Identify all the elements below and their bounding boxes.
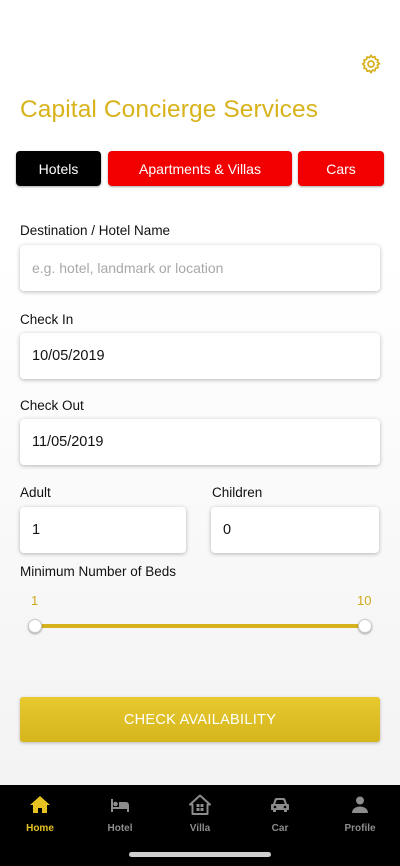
nav-villa[interactable]: Villa [160,793,240,837]
person-icon [352,796,368,813]
destination-label: Destination / Hotel Name [20,223,171,238]
app-title: Capital Concierge Services [20,96,319,123]
adult-label: Adult [20,485,51,500]
check-availability-button[interactable]: CHECK AVAILABILITY [20,697,380,742]
adult-value: 1 [32,522,41,538]
check-in-value: 10/05/2019 [32,348,105,364]
home-icon [30,796,50,813]
children-label: Children [212,485,263,500]
nav-villa-label: Villa [189,823,211,834]
nav-car-label: Car [271,823,289,834]
tab-apartments-villas[interactable]: Apartments & Villas [108,151,292,186]
check-out-field[interactable]: 11/05/2019 [20,419,380,465]
check-out-label: Check Out [20,398,84,413]
adult-field[interactable]: 1 [20,507,186,553]
children-field[interactable]: 0 [211,507,379,553]
tab-cars[interactable]: Cars [298,151,384,186]
check-in-field[interactable]: 10/05/2019 [20,333,380,379]
check-out-value: 11/05/2019 [32,434,104,450]
beds-min-label: 1 [31,593,39,608]
beds-label: Minimum Number of Beds [20,564,177,579]
home-indicator [129,852,271,857]
car-icon [271,798,289,812]
villa-icon [189,794,211,815]
nav-hotel[interactable]: Hotel [80,793,160,837]
nav-car[interactable]: Car [240,793,320,837]
nav-home-label: Home [26,823,54,834]
beds-slider-track[interactable] [35,624,365,628]
tab-hotels[interactable]: Hotels [16,151,101,186]
beds-min-handle[interactable] [28,619,42,633]
check-in-label: Check In [20,312,74,327]
nav-hotel-label: Hotel [107,823,133,834]
destination-placeholder: e.g. hotel, landmark or location [32,260,224,276]
nav-profile[interactable]: Profile [320,793,400,837]
nav-profile-label: Profile [344,823,376,834]
beds-max-label: 10 [357,593,372,608]
gear-icon[interactable] [360,53,382,75]
nav-home[interactable]: Home [0,793,80,837]
bed-icon [111,799,129,812]
beds-max-handle[interactable] [358,619,372,633]
children-value: 0 [223,522,232,538]
destination-input[interactable]: e.g. hotel, landmark or location [20,245,380,291]
